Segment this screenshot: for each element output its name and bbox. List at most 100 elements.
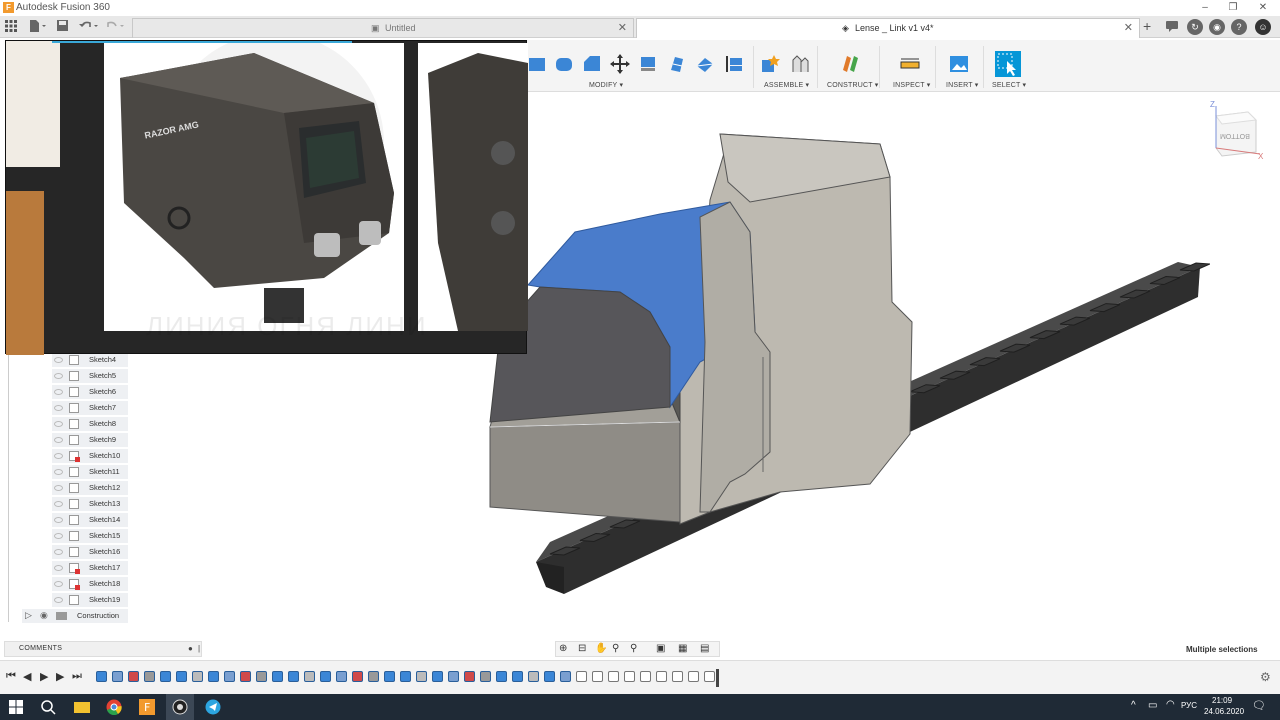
offset-plane-icon[interactable] [840,54,860,74]
zoom-icon[interactable]: ⚲ [612,643,619,654]
timeline-feature[interactable] [512,671,523,682]
timeline-features[interactable] [96,661,716,695]
comments-panel[interactable]: COMMENTS ● | [4,641,202,657]
timeline-feature[interactable] [544,671,555,682]
joint-icon[interactable] [789,54,809,74]
browser-item-sketch17[interactable]: Sketch17 [52,561,128,575]
timeline-feature[interactable] [288,671,299,682]
select-icon[interactable] [995,51,1021,77]
timeline-feature[interactable] [176,671,187,682]
timeline-feature[interactable] [608,671,619,682]
chrome-icon[interactable] [106,699,124,716]
eye-icon[interactable] [54,501,63,507]
fit-icon[interactable]: ⚲ [630,643,637,654]
windows-start-icon[interactable] [8,699,26,715]
timeline-feature[interactable] [592,671,603,682]
eye-icon[interactable] [54,405,63,411]
browser-item-sketch5[interactable]: Sketch5 [52,369,128,383]
eye-icon[interactable] [54,533,63,539]
construct-menu[interactable]: CONSTRUCT ▾ [827,81,878,89]
collapse-panel-icon[interactable]: | [198,644,200,653]
battery-icon[interactable]: ▭ [1148,700,1157,711]
timeline-feature[interactable] [352,671,363,682]
viewports-icon[interactable]: ▤ [700,643,709,654]
search-icon[interactable] [40,699,58,715]
browser-item-sketch10[interactable]: Sketch10 [52,449,128,463]
timeline-feature[interactable] [560,671,571,682]
eye-icon[interactable] [54,469,63,475]
close-tab-icon[interactable]: ✕ [1124,19,1133,38]
timeline-feature[interactable] [432,671,443,682]
browser-item-sketch12[interactable]: Sketch12 [52,481,128,495]
timeline-feature[interactable] [208,671,219,682]
job-status-icon[interactable]: ↻ [1187,19,1203,35]
timeline-next-icon[interactable]: ▶ [56,670,64,683]
timeline-feature[interactable] [656,671,667,682]
eye-icon[interactable] [54,565,63,571]
fusion360-taskbar-icon[interactable]: F [139,699,157,715]
modify-press-pull-icon[interactable] [527,54,547,74]
display-settings-icon[interactable]: ▣ [656,643,665,654]
model-3d[interactable] [480,122,1210,602]
split-face-icon[interactable] [667,54,687,74]
timeline-feature[interactable] [688,671,699,682]
browser-item-sketch19[interactable]: Sketch19 [52,593,128,607]
timeline-feature[interactable] [160,671,171,682]
scale-icon[interactable] [724,54,744,74]
browser-item-sketch18[interactable]: Sketch18 [52,577,128,591]
eye-icon[interactable] [54,357,63,363]
timeline-feature[interactable] [400,671,411,682]
eye-icon[interactable] [54,549,63,555]
timeline-settings-icon[interactable]: ⚙ [1260,670,1271,684]
timeline-feature[interactable] [304,671,315,682]
eye-icon[interactable] [54,453,63,459]
timeline-feature[interactable] [256,671,267,682]
notification-center-icon[interactable]: 🗨 [1252,699,1266,712]
select-menu[interactable]: SELECT ▾ [992,81,1026,89]
browser-item-sketch7[interactable]: Sketch7 [52,401,128,415]
notifications-icon[interactable] [1165,19,1179,33]
modify-chamfer-icon[interactable] [582,54,602,74]
obs-icon[interactable] [172,699,190,715]
grid-menu-icon[interactable] [4,19,18,33]
new-component-icon[interactable] [760,54,780,74]
timeline-feature[interactable] [144,671,155,682]
browser-item-sketch16[interactable]: Sketch16 [52,545,128,559]
eye-icon[interactable] [54,581,63,587]
browser-item-sketch4[interactable]: Sketch4 [52,353,128,367]
grid-settings-icon[interactable]: ▦ [678,643,687,654]
timeline-last-icon[interactable]: ⏭ [72,670,82,683]
tab-lense-link[interactable]: ◈ Lense _ Link v1 v4* ✕ [636,18,1140,38]
expand-arrow-icon[interactable]: ▷ [25,610,32,621]
sight-body[interactable] [489,133,913,525]
save-icon[interactable] [56,19,70,33]
align-icon[interactable] [638,54,658,74]
assemble-menu[interactable]: ASSEMBLE ▾ [764,81,809,89]
wifi-icon[interactable]: ◠ [1166,699,1175,710]
modify-menu[interactable]: MODIFY ▾ [589,81,623,89]
reference-photo-window[interactable]: RAZOR AMG ЛИНИЯ ОГНЯ ЛИНИ [5,33,528,355]
timeline-first-icon[interactable]: ⏮ [6,670,16,683]
undo-icon[interactable] [78,19,100,33]
eye-icon[interactable] [54,485,63,491]
browser-item-sketch15[interactable]: Sketch15 [52,529,128,543]
look-at-icon[interactable]: ⊟ [578,643,586,654]
eye-icon[interactable] [54,597,63,603]
timeline-feature[interactable] [368,671,379,682]
tab-untitled[interactable]: ▣ Untitled ✕ [132,18,634,38]
browser-item-sketch13[interactable]: Sketch13 [52,497,128,511]
insert-image-icon[interactable] [949,54,969,74]
timeline-feature[interactable] [528,671,539,682]
browser-item-sketch9[interactable]: Sketch9 [52,433,128,447]
browser-item-sketch14[interactable]: Sketch14 [52,513,128,527]
timeline-feature[interactable] [96,671,107,682]
timeline-feature[interactable] [464,671,475,682]
close-window-button[interactable]: ✕ [1249,0,1277,16]
timeline-feature[interactable] [272,671,283,682]
extensions-icon[interactable]: ◉ [1209,19,1225,35]
timeline-prev-icon[interactable]: ◀ [23,670,31,683]
move-copy-icon[interactable] [610,54,630,74]
eye-icon[interactable] [54,421,63,427]
insert-menu[interactable]: INSERT ▾ [946,81,978,89]
add-comment-icon[interactable]: ● [188,644,193,653]
